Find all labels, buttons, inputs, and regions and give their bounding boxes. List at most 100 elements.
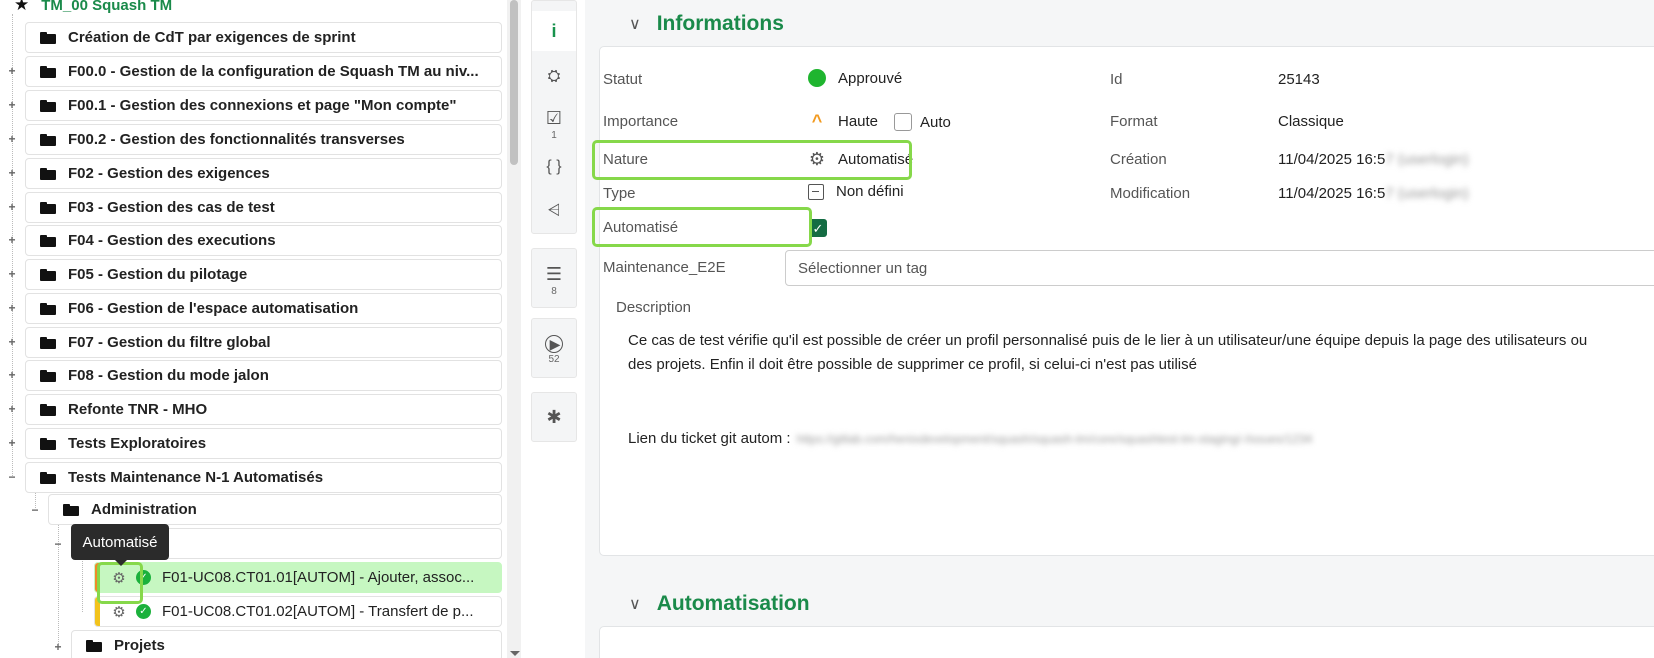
- test-case-item[interactable]: ⚙ ✓ F01-UC08.CT01.02[AUTOM] - Transfert …: [94, 596, 502, 627]
- folder-icon: [40, 167, 56, 180]
- type-label: Type: [603, 185, 636, 202]
- description-text[interactable]: Ce cas de test vérifie qu'il est possibl…: [628, 329, 1648, 377]
- info-icon: i: [551, 20, 557, 41]
- tree-folder[interactable]: F02 - Gestion des exigences: [25, 158, 502, 189]
- expand-icon[interactable]: +: [53, 641, 63, 653]
- bug-icon: ✱: [546, 406, 562, 427]
- tree-folder[interactable]: Projets: [71, 630, 502, 658]
- expand-icon[interactable]: +: [7, 336, 17, 348]
- tree-folder[interactable]: F00.1 - Gestion des connexions et page "…: [25, 90, 502, 121]
- statut-label: Statut: [603, 71, 643, 88]
- folder-icon: [40, 234, 56, 247]
- play-icon: ▶: [545, 335, 563, 353]
- status-dot-icon: [808, 69, 826, 87]
- format-value[interactable]: Classique: [1278, 113, 1344, 130]
- expand-icon[interactable]: +: [7, 369, 17, 381]
- scrollbar-thumb[interactable]: [510, 0, 518, 165]
- executions-button[interactable]: ▶ 52: [532, 327, 576, 373]
- folder-icon: [40, 99, 56, 112]
- folder-icon: [40, 201, 56, 214]
- folder-icon: [40, 336, 56, 349]
- expand-icon[interactable]: +: [7, 302, 17, 314]
- expand-icon[interactable]: +: [7, 403, 17, 415]
- tree-folder[interactable]: F00.0 - Gestion de la configuration de S…: [25, 56, 502, 87]
- expand-icon[interactable]: +: [7, 201, 17, 213]
- section-header-automatisation[interactable]: ∨ Automatisation: [629, 589, 810, 619]
- issues-button[interactable]: ✱: [532, 397, 576, 437]
- tree-folder[interactable]: F00.2 - Gestion des fonctionnalités tran…: [25, 124, 502, 155]
- collapse-icon[interactable]: −: [30, 504, 40, 516]
- list-icon: ☰: [545, 263, 563, 284]
- tree-folder[interactable]: Refonte TNR - MHO: [25, 394, 502, 425]
- tree-folder[interactable]: Création de CdT par exigences de sprint: [25, 22, 502, 53]
- tree-folder[interactable]: F03 - Gestion des cas de test: [25, 192, 502, 223]
- folder-icon: [86, 639, 102, 652]
- expand-icon[interactable]: +: [7, 437, 17, 449]
- automation-button[interactable]: ⛭: [532, 57, 576, 97]
- folder-icon: [40, 31, 56, 44]
- highlight-box: [97, 562, 143, 604]
- project-node[interactable]: ★ TM_00 Squash TM: [14, 0, 172, 14]
- share-button[interactable]: ⩤: [532, 191, 576, 231]
- gear-icon: ⚙: [112, 603, 126, 621]
- folder-icon: [40, 268, 56, 281]
- tree-folder[interactable]: F04 - Gestion des executions: [25, 225, 502, 256]
- chevron-down-icon: ∨: [629, 16, 641, 33]
- tree-connector: [58, 508, 59, 644]
- folder-icon: [40, 302, 56, 315]
- toolbar-group: ▶ 52: [531, 318, 577, 378]
- test-case-item-selected[interactable]: ⚙ ✓ F01-UC08.CT01.01[AUTOM] - Ajouter, a…: [94, 562, 502, 593]
- auto-checkbox[interactable]: Auto: [894, 113, 951, 131]
- tree-subfolder[interactable]: Administration: [48, 494, 502, 525]
- folder-icon: [40, 471, 56, 484]
- main-panel: ∨ Informations Statut Approuvé Importanc…: [585, 0, 1654, 658]
- collapse-icon[interactable]: −: [7, 471, 17, 483]
- braces-icon: { }: [546, 158, 562, 175]
- side-toolbar: i ⛭ ☑ 1 { } ⩤ ☰ 8 ▶ 52 ✱: [531, 0, 577, 658]
- parameters-button[interactable]: { }: [532, 147, 576, 187]
- statut-value[interactable]: Approuvé: [808, 69, 902, 87]
- maintenance-label: Maintenance_E2E: [603, 259, 726, 276]
- toolbar-group: ✱: [531, 392, 577, 442]
- modification-label: Modification: [1110, 185, 1191, 202]
- expand-icon[interactable]: +: [7, 268, 17, 280]
- robot-icon: ⛭: [547, 68, 561, 85]
- scroll-down-icon[interactable]: [510, 651, 520, 656]
- importance-value[interactable]: ^ Haute: [808, 111, 878, 132]
- modification-value: 11/04/2025 16:5 7 (userlogin): [1278, 185, 1469, 202]
- expand-icon[interactable]: +: [7, 99, 17, 111]
- project-name: TM_00 Squash TM: [41, 0, 173, 14]
- id-label: Id: [1110, 71, 1123, 88]
- checklist-icon: ☑: [545, 107, 563, 128]
- test-case-tree: ★ TM_00 Squash TM Création de CdT par ex…: [0, 0, 505, 658]
- folder-icon: [40, 369, 56, 382]
- tree-folder[interactable]: F07 - Gestion du filtre global: [25, 327, 502, 358]
- expand-icon[interactable]: +: [7, 167, 17, 179]
- type-value[interactable]: Non défini: [808, 183, 904, 200]
- ticket-link-line: Lien du ticket git autom : https://gitla…: [628, 430, 1313, 447]
- expand-icon[interactable]: +: [7, 133, 17, 145]
- info-button[interactable]: i: [532, 11, 576, 51]
- tree-scrollbar[interactable]: [507, 0, 521, 658]
- chevron-down-icon: ∨: [629, 596, 641, 613]
- tree-folder[interactable]: F08 - Gestion du mode jalon: [25, 360, 502, 391]
- tree-folder-expanded[interactable]: Tests Maintenance N-1 Automatisés: [25, 462, 502, 493]
- tree-folder[interactable]: F05 - Gestion du pilotage: [25, 259, 502, 290]
- tree-folder[interactable]: Tests Exploratoires: [25, 428, 502, 459]
- expand-icon[interactable]: +: [7, 234, 17, 246]
- section-header-informations[interactable]: ∨ Informations: [629, 9, 784, 39]
- tooltip: Automatisé: [71, 524, 169, 566]
- folder-icon: [40, 403, 56, 416]
- description-label: Description: [616, 299, 692, 316]
- steps-button[interactable]: ☰ 8: [532, 257, 576, 303]
- expand-icon[interactable]: +: [7, 65, 17, 77]
- informations-card: Statut Approuvé Importance ^ Haute Auto …: [592, 46, 1654, 556]
- creation-value: 11/04/2025 16:5 7 (userlogin): [1278, 151, 1469, 168]
- requirements-button[interactable]: ☑ 1: [532, 101, 576, 147]
- highlight-box: [592, 207, 812, 247]
- caret-up-icon: ^: [811, 111, 823, 131]
- collapse-icon[interactable]: −: [53, 538, 63, 550]
- tree-folder[interactable]: F06 - Gestion de l'espace automatisation: [25, 293, 502, 324]
- tag-select-input[interactable]: Sélectionner un tag: [785, 250, 1654, 286]
- format-label: Format: [1110, 113, 1158, 130]
